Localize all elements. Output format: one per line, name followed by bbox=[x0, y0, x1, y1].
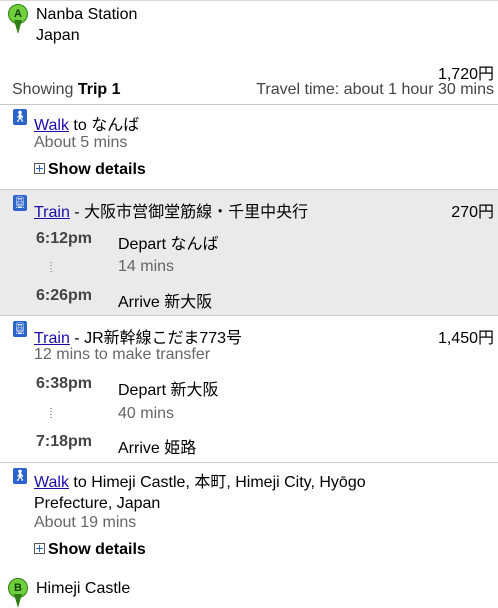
step-train-1: 🚆︎ Train - 大阪市営御堂筋線・千里中央行 270円 6:12pm De… bbox=[0, 190, 498, 315]
step-walk-2-title: Walk to Himeji Castle, 本町, Himeji City, … bbox=[34, 474, 366, 512]
origin-place: Nanba Station Japan bbox=[36, 4, 137, 46]
train-fare: 1,450円 bbox=[437, 330, 494, 347]
arrive-time: 6:26pm bbox=[36, 287, 93, 304]
step-train-1-title: Train - 大阪市営御堂筋線・千里中央行 bbox=[34, 204, 309, 221]
train-link[interactable]: Train bbox=[34, 204, 70, 221]
showing-trip: Showing Trip 1 bbox=[12, 81, 121, 98]
step-train-2-title: Train - JR新幹線こだま773号 bbox=[34, 330, 243, 347]
expand-plus-icon bbox=[34, 163, 45, 175]
walk-link[interactable]: Walk bbox=[34, 117, 69, 134]
step-walk-1: 🚶︎ Walk to なんば About 5 mins Show details bbox=[0, 105, 498, 189]
origin-name: Nanba Station bbox=[36, 6, 138, 23]
trip-name: Trip 1 bbox=[77, 81, 121, 98]
destination-marker-icon[interactable]: B bbox=[8, 578, 28, 608]
step-walk-1-title: Walk to なんば bbox=[34, 117, 140, 134]
ride-dots bbox=[50, 408, 52, 420]
transfer-time: 12 mins to make transfer bbox=[34, 346, 211, 363]
step-train-2: 🚆︎ Train - JR新幹線こだま773号 1,450円 12 mins t… bbox=[0, 316, 498, 462]
expand-plus-icon bbox=[34, 543, 45, 555]
train-link[interactable]: Train bbox=[34, 330, 70, 347]
arrive-station: Arrive 新大阪 bbox=[118, 294, 213, 311]
depart-station: Depart 新大阪 bbox=[118, 382, 219, 399]
train-icon: 🚆︎ bbox=[13, 321, 27, 337]
walk-link[interactable]: Walk bbox=[34, 474, 69, 491]
arrive-station: Arrive 姫路 bbox=[118, 440, 197, 457]
show-details-button[interactable]: Show details bbox=[34, 541, 146, 559]
top-divider bbox=[0, 0, 498, 1]
walk-duration: About 5 mins bbox=[34, 134, 128, 151]
destination-name: Himeji Castle bbox=[36, 580, 131, 597]
walk-icon: 🚶︎ bbox=[13, 109, 27, 125]
depart-time: 6:38pm bbox=[36, 375, 93, 392]
ride-dots bbox=[50, 262, 52, 274]
depart-time: 6:12pm bbox=[36, 230, 93, 247]
ride-duration: 40 mins bbox=[118, 405, 175, 422]
train-icon: 🚆︎ bbox=[13, 195, 27, 211]
walk-duration: About 19 mins bbox=[34, 514, 137, 531]
train-fare: 270円 bbox=[451, 204, 494, 221]
step-walk-2: 🚶︎ Walk to Himeji Castle, 本町, Himeji Cit… bbox=[0, 463, 498, 569]
origin-marker-icon[interactable]: A bbox=[8, 4, 28, 34]
travel-time: Travel time: about 1 hour 30 mins bbox=[256, 81, 494, 98]
show-details-button[interactable]: Show details bbox=[34, 161, 146, 179]
walk-icon: 🚶︎ bbox=[13, 468, 27, 484]
ride-duration: 14 mins bbox=[118, 258, 175, 275]
arrive-time: 7:18pm bbox=[36, 433, 93, 450]
depart-station: Depart なんば bbox=[118, 236, 219, 253]
origin-country: Japan bbox=[36, 27, 80, 44]
